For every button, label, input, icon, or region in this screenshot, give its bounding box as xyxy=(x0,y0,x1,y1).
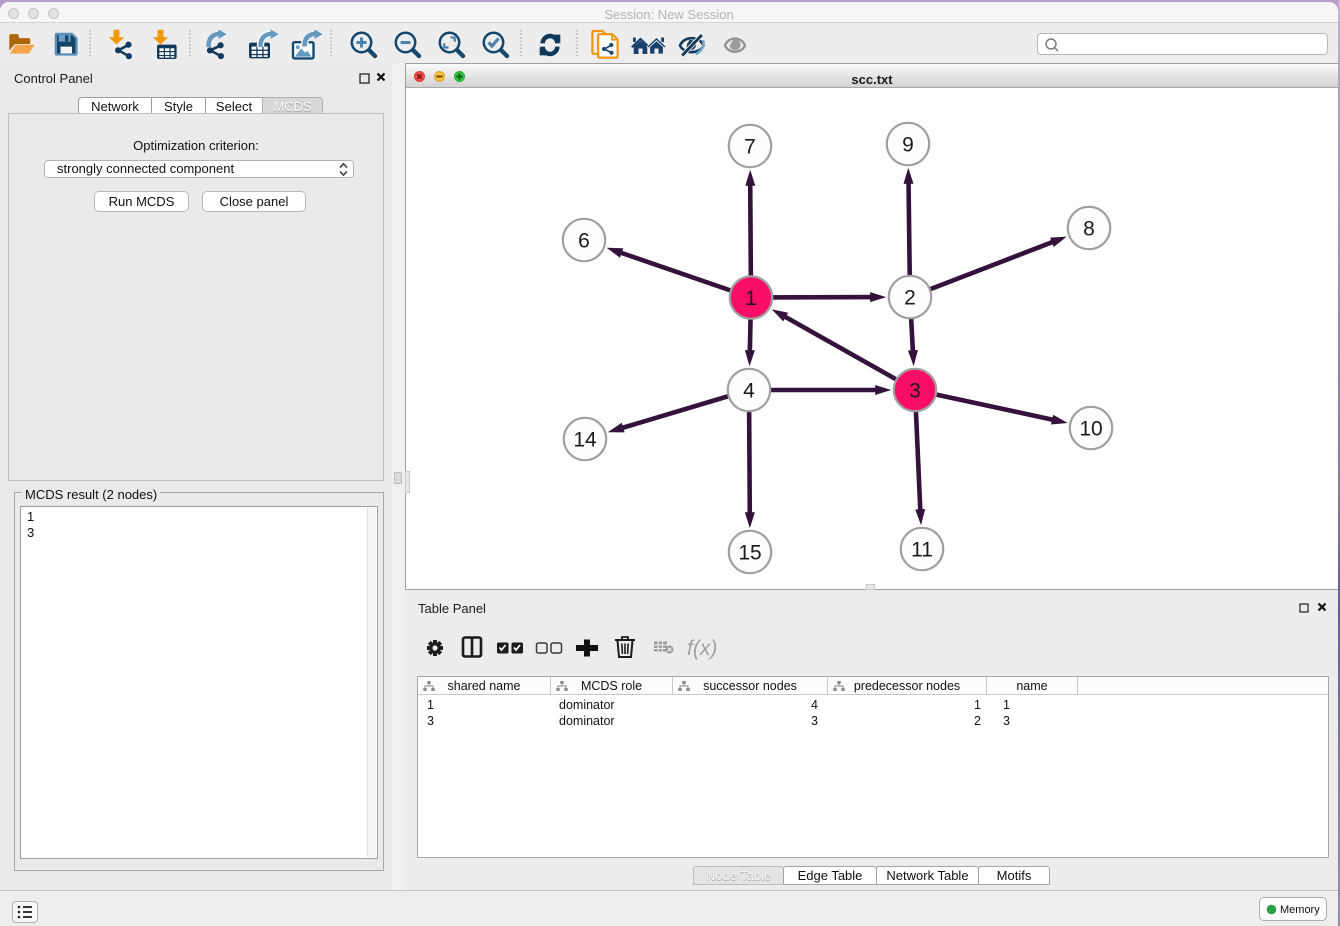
svg-text:9: 9 xyxy=(902,134,914,157)
svg-text:15: 15 xyxy=(738,542,761,565)
svg-text:7: 7 xyxy=(744,136,756,159)
svg-text:1: 1 xyxy=(745,287,757,310)
svg-text:f(x): f(x) xyxy=(687,637,717,660)
svg-text:14: 14 xyxy=(573,429,597,452)
svg-text:10: 10 xyxy=(1079,418,1102,441)
svg-text:8: 8 xyxy=(1083,218,1095,241)
svg-text:6: 6 xyxy=(578,230,590,253)
svg-text:3: 3 xyxy=(909,380,921,403)
svg-text:2: 2 xyxy=(904,287,916,310)
svg-text:11: 11 xyxy=(911,539,933,562)
svg-text:4: 4 xyxy=(743,380,755,403)
